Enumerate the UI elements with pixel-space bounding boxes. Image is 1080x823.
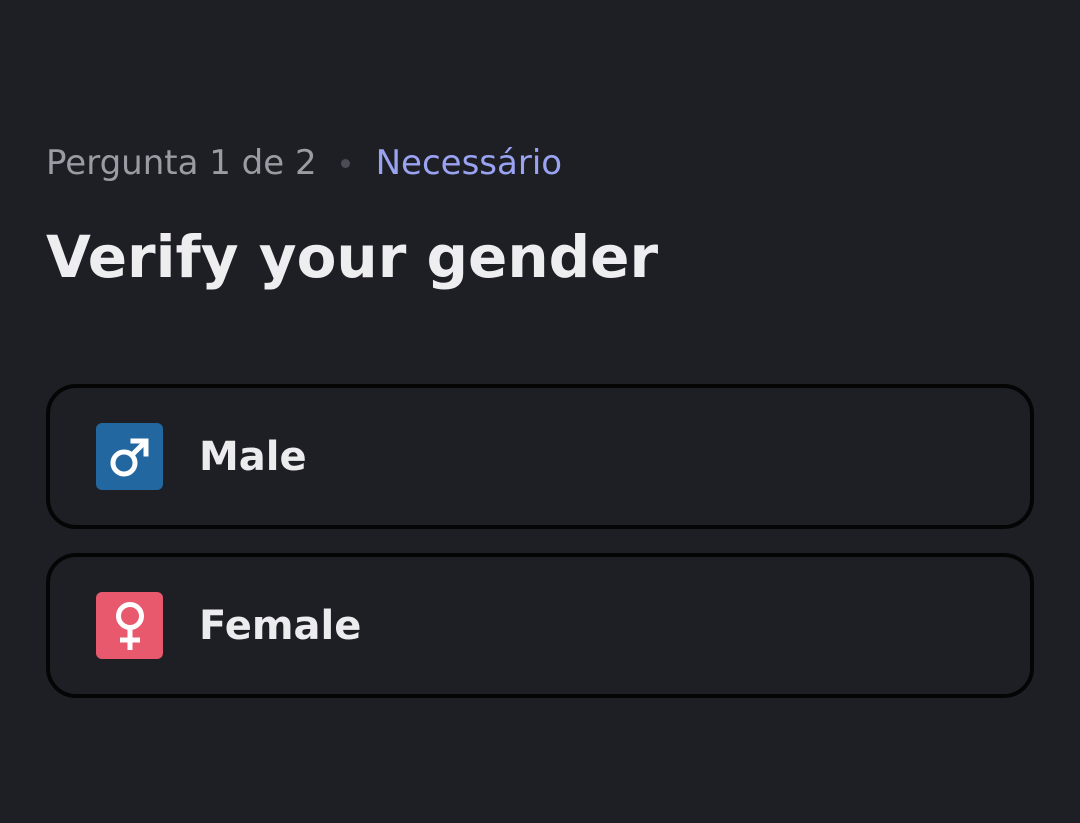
question-title: Verify your gender — [46, 223, 659, 291]
question-progress: Pergunta 1 de 2 — [46, 143, 317, 183]
male-sign-icon — [96, 423, 163, 490]
option-female[interactable]: Female — [46, 553, 1034, 698]
separator-dot — [340, 158, 350, 168]
option-label: Female — [199, 602, 362, 649]
option-male[interactable]: Male — [46, 384, 1034, 529]
option-label: Male — [199, 433, 307, 480]
female-sign-icon — [96, 592, 163, 659]
onboarding-question-page: Pergunta 1 de 2 Necessário Verify your g… — [0, 0, 1080, 823]
required-badge: Necessário — [375, 143, 563, 183]
question-meta: Pergunta 1 de 2 Necessário — [46, 140, 562, 186]
answer-options: Male Female — [46, 384, 1034, 722]
